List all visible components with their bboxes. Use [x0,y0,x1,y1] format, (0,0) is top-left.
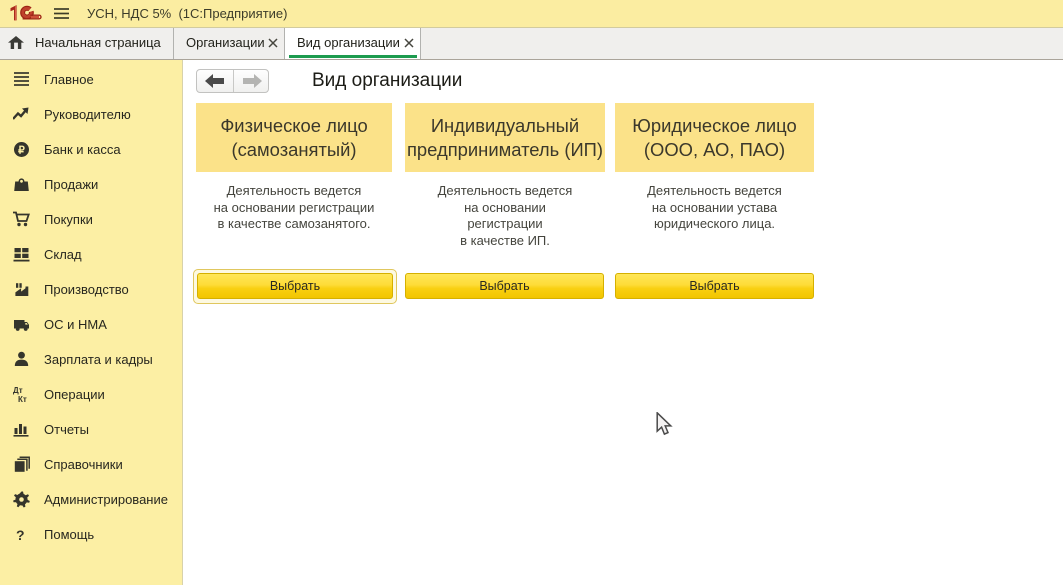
svg-text:Дт: Дт [13,386,23,395]
svg-text:?: ? [16,527,25,543]
svg-text:₽: ₽ [18,144,25,156]
svg-text:Кт: Кт [18,395,27,403]
